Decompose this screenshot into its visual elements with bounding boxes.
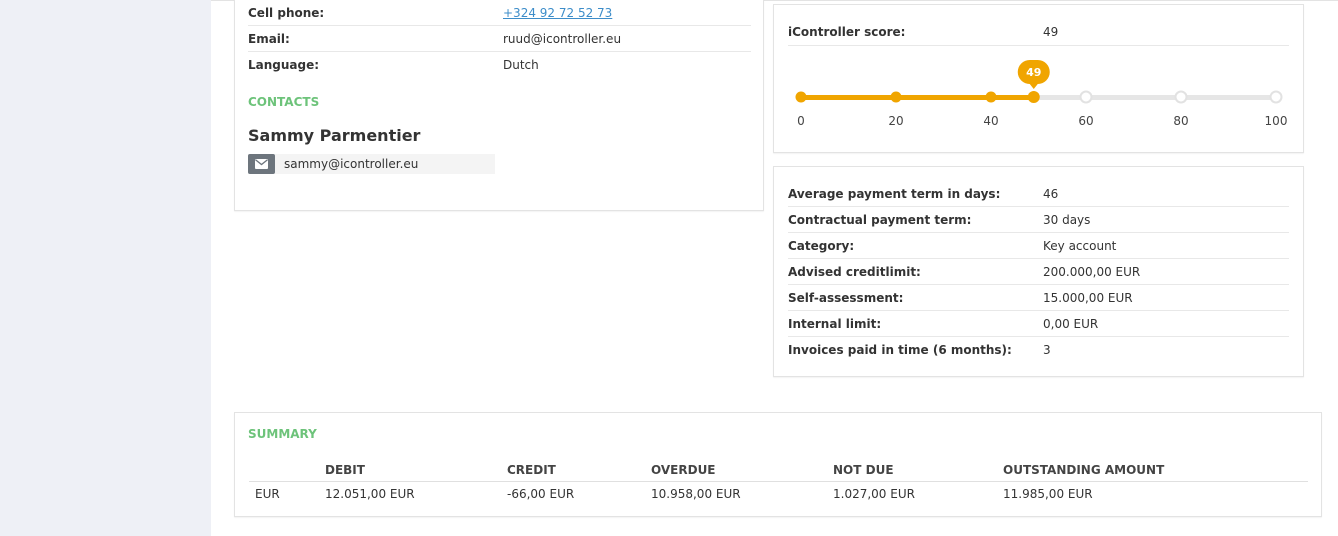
cell-phone-link[interactable]: +324 92 72 52 73 [503,6,612,20]
avg-payment-term-row: Average payment term in days: 46 [788,181,1289,207]
slider-tick-label-20: 20 [888,114,903,128]
category-label: Category: [788,239,855,253]
score-bubble: 49 [1017,60,1050,89]
header-outstanding-amount: OUTSTANDING AMOUNT [1003,463,1165,477]
slider-fill [801,95,1034,100]
cell-overdue: 10.958,00 EUR [651,487,741,501]
slider-dot-80 [1174,90,1188,104]
self-assessment-value: 15.000,00 EUR [1043,291,1133,305]
internal-limit-label: Internal limit: [788,317,882,331]
avg-payment-term-value: 46 [1043,187,1059,201]
cell-phone-row: Cell phone: +324 92 72 52 73 [248,0,751,26]
cell-outstanding-amount: 11.985,00 EUR [1003,487,1093,501]
contact-info-panel: Cell phone: +324 92 72 52 73 Email: ruud… [234,0,764,211]
slider-dot-60 [1079,90,1093,104]
self-assessment-row: Self-assessment: 15.000,00 EUR [788,285,1289,311]
category-value: Key account [1043,239,1117,253]
slider-tick-labels: 0 20 40 60 80 100 [797,114,1287,128]
internal-limit-value: 0,00 EUR [1043,317,1099,331]
slider-dot-20 [890,91,902,103]
language-row: Language: Dutch [248,52,751,78]
contact-email-row[interactable]: sammy@icontroller.eu [248,154,495,174]
header-overdue: OVERDUE [651,463,716,477]
summary-panel: SUMMARY DEBIT CREDIT OVERDUE NOT DUE OUT… [234,412,1322,517]
language-value: Dutch [503,58,539,72]
invoices-paid-label: Invoices paid in time (6 months): [788,343,1012,357]
score-panel: iController score: 49 0 20 40 60 80 100 49 [773,4,1304,153]
contractual-term-value: 30 days [1043,213,1091,227]
internal-limit-row: Internal limit: 0,00 EUR [788,311,1289,337]
category-row: Category: Key account [788,233,1289,259]
header-credit: CREDIT [507,463,556,477]
cell-not-due: 1.027,00 EUR [833,487,915,501]
advised-creditlimit-row: Advised creditlimit: 200.000,00 EUR [788,259,1289,285]
envelope-icon [248,154,275,174]
score-slider: 0 20 40 60 80 100 49 [795,60,1287,128]
contact-email: sammy@icontroller.eu [284,157,419,171]
cell-currency: EUR [255,487,280,501]
slider-tick-label-60: 60 [1078,114,1093,128]
slider-dot-0 [795,91,807,103]
summary-section-title: SUMMARY [248,427,317,441]
invoices-paid-value: 3 [1043,343,1051,357]
self-assessment-label: Self-assessment: [788,291,904,305]
invoices-paid-row: Invoices paid in time (6 months): 3 [788,337,1289,363]
slider-dot-40 [985,91,997,103]
slider-tick-label-0: 0 [797,114,805,128]
slider-current-dot [1027,91,1040,103]
cell-credit: -66,00 EUR [507,487,575,501]
slider-tick-label-100: 100 [1265,114,1288,128]
advised-creditlimit-label: Advised creditlimit: [788,265,921,279]
language-label: Language: [248,58,320,72]
cell-phone-label: Cell phone: [248,6,325,20]
avg-payment-term-label: Average payment term in days: [788,187,1001,201]
payment-details-panel: Average payment term in days: 46 Contrac… [773,166,1304,377]
header-debit: DEBIT [325,463,365,477]
email-label: Email: [248,32,290,46]
contractual-term-label: Contractual payment term: [788,213,972,227]
slider-dot-100 [1269,90,1283,104]
email-row: Email: ruud@icontroller.eu [248,26,751,52]
slider-tick-label-40: 40 [983,114,998,128]
email-value: ruud@icontroller.eu [503,32,622,46]
summary-header-divider [249,481,1308,482]
header-not-due: NOT DUE [833,463,894,477]
slider-tick-label-80: 80 [1173,114,1188,128]
cell-debit: 12.051,00 EUR [325,487,415,501]
score-bubble-text: 49 [1026,66,1041,79]
contacts-section-title: CONTACTS [248,95,320,109]
left-sidebar [0,0,211,536]
contractual-term-row: Contractual payment term: 30 days [788,207,1289,233]
contact-name: Sammy Parmentier [248,126,421,145]
advised-creditlimit-value: 200.000,00 EUR [1043,265,1141,279]
